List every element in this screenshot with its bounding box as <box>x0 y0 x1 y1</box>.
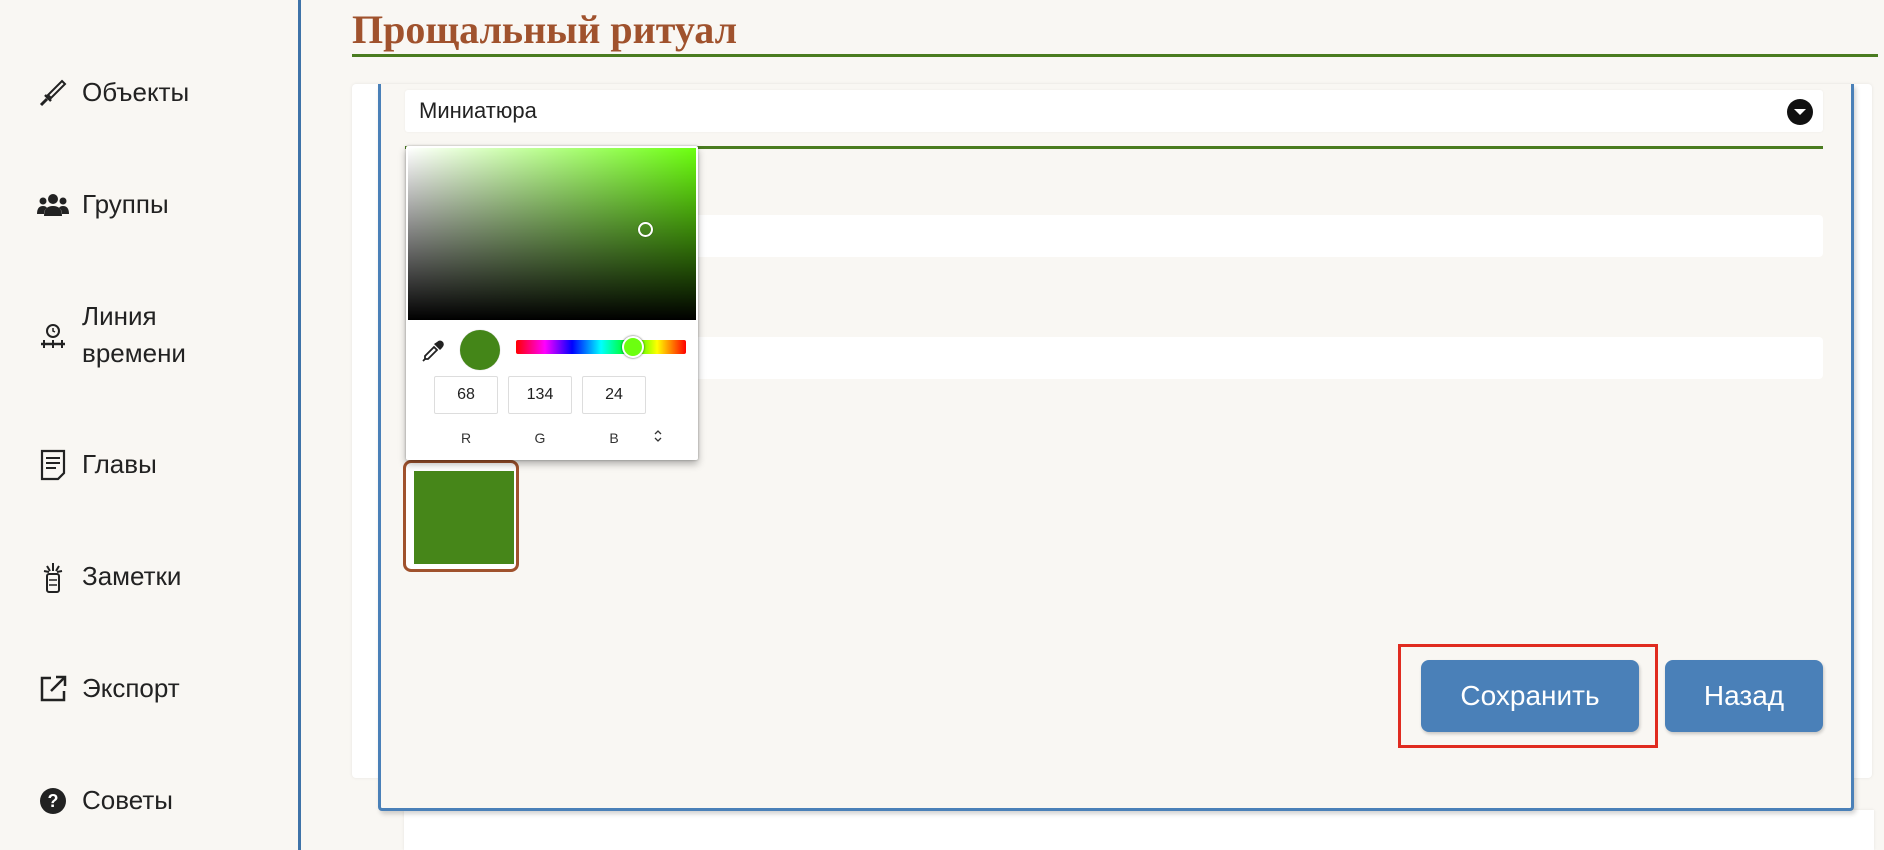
sidebar-item-export[interactable]: Экспорт <box>36 670 180 707</box>
sidebar-item-label: Группы <box>82 189 169 219</box>
sidebar-item-tips[interactable]: ? Советы <box>36 782 173 819</box>
green-input[interactable]: 134 <box>508 376 572 414</box>
sidebar-item-chapters[interactable]: Главы <box>36 446 157 483</box>
saturation-area[interactable] <box>408 148 696 320</box>
red-input[interactable]: 68 <box>434 376 498 414</box>
green-label: G <box>534 430 546 446</box>
text-field-2[interactable] <box>620 337 1823 379</box>
external-link-icon <box>36 672 70 706</box>
hue-slider[interactable] <box>516 340 686 354</box>
color-preview <box>460 330 500 370</box>
color-picker: 68 134 24 R G B <box>406 146 698 460</box>
color-swatch-fill <box>414 471 514 564</box>
text-field-1[interactable] <box>620 215 1823 257</box>
sidebar-item-label: Экспорт <box>82 673 180 703</box>
background-strip <box>404 810 1874 850</box>
question-circle-icon: ? <box>36 784 70 818</box>
chevron-down-icon[interactable] <box>1787 99 1813 125</box>
svg-text:?: ? <box>48 791 59 811</box>
sidebar: Объекты Группы Линия времени Главы Замет… <box>0 0 301 850</box>
sidebar-item-label: Линия времени <box>82 301 186 368</box>
blue-label: B <box>609 430 619 446</box>
saturation-handle[interactable] <box>638 222 653 237</box>
title-divider <box>352 54 1878 57</box>
document-icon <box>36 448 70 482</box>
sidebar-item-label: Заметки <box>82 561 182 591</box>
sword-icon <box>36 76 70 110</box>
notes-icon <box>36 560 70 594</box>
eyedropper-icon[interactable] <box>422 340 446 364</box>
hue-handle[interactable] <box>622 336 644 358</box>
users-icon <box>36 188 70 222</box>
blue-input[interactable]: 24 <box>582 376 646 414</box>
save-button[interactable]: Сохранить <box>1421 660 1639 732</box>
sidebar-item-objects[interactable]: Объекты <box>36 74 189 111</box>
red-label: R <box>460 430 472 446</box>
back-button[interactable]: Назад <box>1665 660 1823 732</box>
sidebar-item-label: Объекты <box>82 77 190 107</box>
format-toggle-icon[interactable] <box>650 426 666 446</box>
sidebar-item-label: Главы <box>82 449 157 479</box>
sidebar-item-groups[interactable]: Группы <box>36 186 169 223</box>
page-title: Прощальный ритуал <box>352 7 738 52</box>
sidebar-item-label: Советы <box>82 785 173 815</box>
sidebar-item-notes[interactable]: Заметки <box>36 558 181 595</box>
timeline-icon <box>36 318 70 352</box>
sidebar-item-timeline[interactable]: Линия времени <box>36 298 232 372</box>
display-mode-select[interactable]: Миниатюра <box>405 90 1823 132</box>
select-value: Миниатюра <box>419 98 537 123</box>
color-swatch-button[interactable] <box>403 460 519 572</box>
